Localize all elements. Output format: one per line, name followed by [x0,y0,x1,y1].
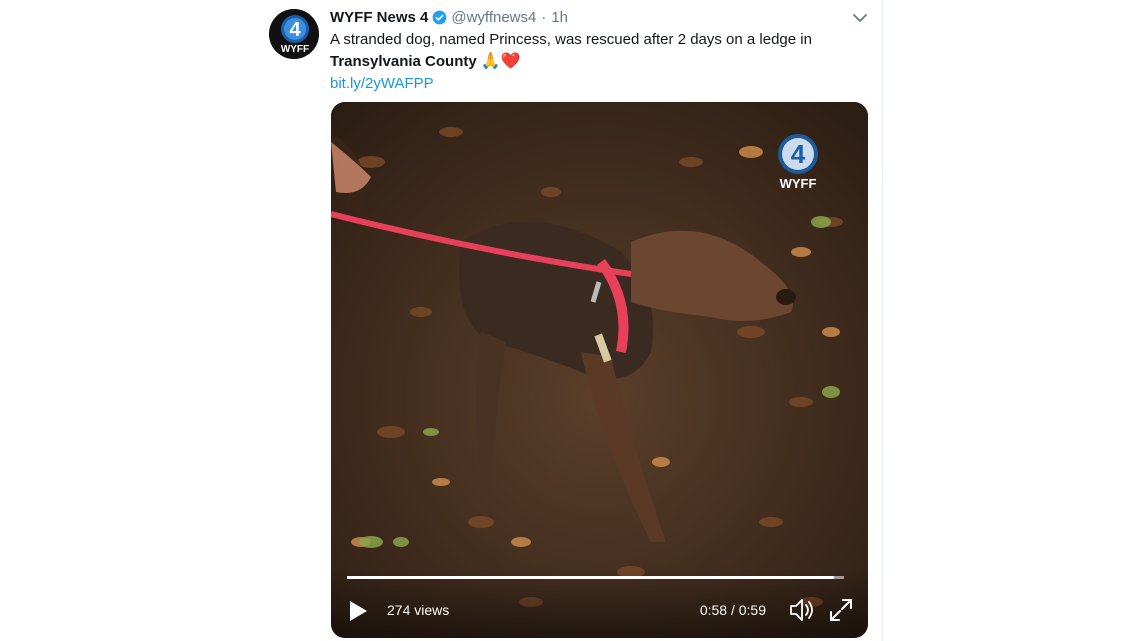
fullscreen-icon [830,599,852,621]
play-button[interactable] [347,599,369,623]
place-name: Transylvania County [330,53,477,70]
fullscreen-button[interactable] [828,597,854,623]
svg-text:4: 4 [289,19,301,41]
progress-bar[interactable] [347,576,844,579]
volume-icon [790,599,813,621]
tweet-header: WYFF News 4 @wyffnews4 · 1h [330,7,568,27]
view-count: 274 views [387,602,450,618]
volume-button[interactable] [788,597,816,623]
channel-watermark: 4 WYFF [767,130,829,192]
progress-fill [347,576,835,579]
svg-text:WYFF: WYFF [780,176,817,191]
verified-badge-icon [432,10,447,25]
video-player[interactable]: 4 WYFF 274 views 0:58 / 0:59 [331,102,868,638]
timestamp[interactable]: 1h [551,9,568,26]
tweet-card: 4 WYFF WYFF News 4 @wyffnews4 · 1h A str… [258,0,883,641]
video-controls: 274 views 0:58 / 0:59 [331,568,868,638]
play-icon [350,601,367,621]
display-name[interactable]: WYFF News 4 [330,9,428,26]
svg-text:4: 4 [791,139,806,169]
tweet-link[interactable]: bit.ly/2yWAFPP [330,75,434,92]
avatar[interactable]: 4 WYFF [269,9,319,59]
emoji-text: 🙏❤️ [480,53,521,70]
wyff-logo-icon: 4 WYFF [269,9,319,59]
handle[interactable]: @wyffnews4 [451,9,536,26]
video-time: 0:58 / 0:59 [699,602,766,618]
tweet-text: A stranded dog, named Princess, was resc… [330,29,850,95]
tweet-body: A stranded dog, named Princess, was resc… [330,31,812,48]
chevron-down-icon[interactable] [852,10,868,26]
svg-text:WYFF: WYFF [281,44,309,55]
separator-dot: · [541,8,547,26]
